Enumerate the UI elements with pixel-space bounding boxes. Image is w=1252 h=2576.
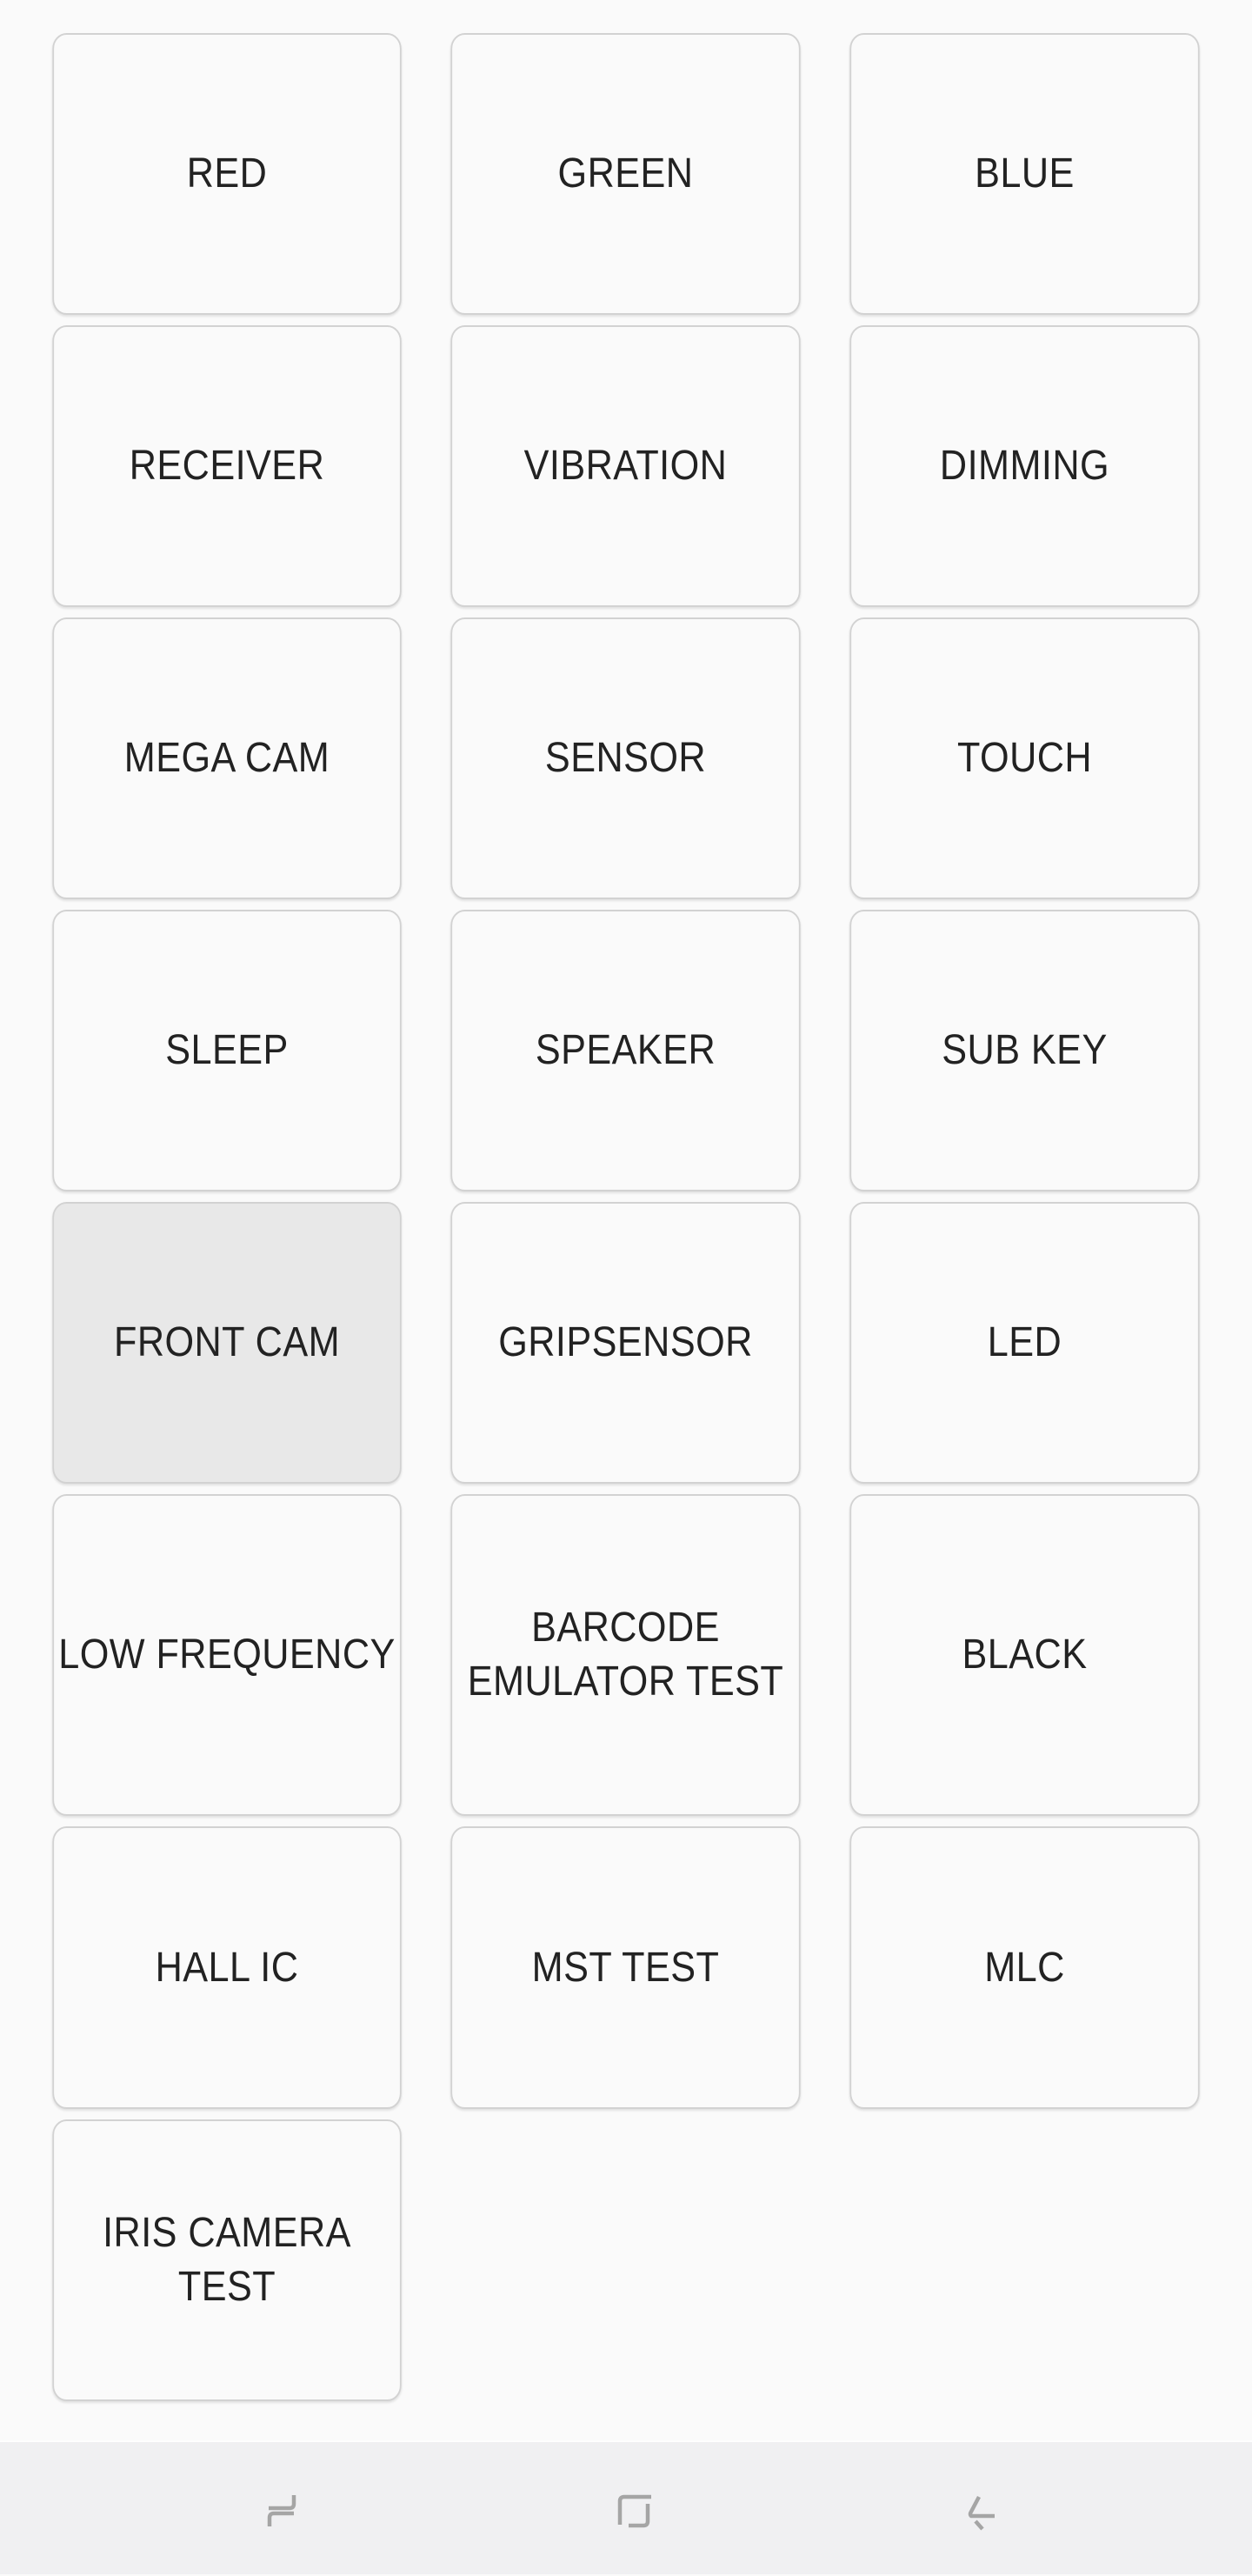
test-label: VIBRATION bbox=[523, 443, 728, 489]
test-label: GRIPSENSOR bbox=[498, 1319, 753, 1365]
home-button[interactable] bbox=[543, 2442, 716, 2576]
test-button-mst-test[interactable]: MST TEST bbox=[450, 1826, 801, 2109]
test-button-black[interactable]: BLACK bbox=[849, 1494, 1200, 1816]
test-button-sensor[interactable]: SENSOR bbox=[450, 617, 801, 899]
test-label: GREEN bbox=[557, 150, 694, 197]
test-button-hall-ic[interactable]: HALL IC bbox=[52, 1826, 402, 2109]
navigation-bar bbox=[0, 2440, 1252, 2574]
back-button[interactable] bbox=[894, 2442, 1068, 2576]
test-label: LED bbox=[987, 1319, 1062, 1365]
test-button-low-frequency[interactable]: LOW FREQUENCY bbox=[52, 1494, 402, 1816]
test-button-iris-camera[interactable]: IRIS CAMERA TEST bbox=[52, 2119, 402, 2401]
test-button-green[interactable]: GREEN bbox=[450, 33, 801, 315]
test-grid: RED GREEN BLUE RECEIVER VIBRATION DIMMIN… bbox=[33, 33, 1219, 2401]
test-button-sleep[interactable]: SLEEP bbox=[52, 910, 402, 1191]
recent-apps-button[interactable] bbox=[193, 2442, 367, 2576]
test-button-barcode-emulator[interactable]: BARCODE EMULATOR TEST bbox=[450, 1494, 801, 1816]
test-button-receiver[interactable]: RECEIVER bbox=[52, 325, 402, 607]
test-button-vibration[interactable]: VIBRATION bbox=[450, 325, 801, 607]
test-label: MST TEST bbox=[531, 1944, 720, 1991]
recent-apps-icon bbox=[267, 2495, 296, 2526]
test-button-front-cam[interactable]: FRONT CAM bbox=[52, 1202, 402, 1484]
test-button-touch[interactable]: TOUCH bbox=[849, 617, 1200, 899]
back-icon bbox=[968, 2495, 995, 2531]
test-label: SENSOR bbox=[544, 735, 707, 781]
test-label: DIMMING bbox=[939, 443, 1110, 489]
test-button-gripsensor[interactable]: GRIPSENSOR bbox=[450, 1202, 801, 1484]
test-button-mega-cam[interactable]: MEGA CAM bbox=[52, 617, 402, 899]
test-label: RED bbox=[186, 150, 268, 197]
test-button-red[interactable]: RED bbox=[52, 33, 402, 315]
test-label: BLACK bbox=[962, 1632, 1088, 1678]
test-button-sub-key[interactable]: SUB KEY bbox=[849, 910, 1200, 1191]
test-button-mlc[interactable]: MLC bbox=[849, 1826, 1200, 2109]
test-label: IRIS CAMERA TEST bbox=[103, 2210, 351, 2310]
home-icon bbox=[617, 2494, 651, 2528]
test-label: BLUE bbox=[975, 150, 1075, 197]
test-label: SLEEP bbox=[165, 1027, 289, 1073]
test-label: MEGA CAM bbox=[123, 735, 330, 781]
test-button-dimming[interactable]: DIMMING bbox=[849, 325, 1200, 607]
test-label: HALL IC bbox=[155, 1944, 299, 1991]
test-label: MLC bbox=[984, 1944, 1065, 1991]
test-label: SUB KEY bbox=[942, 1027, 1108, 1073]
test-label: BARCODE EMULATOR TEST bbox=[467, 1605, 784, 1705]
test-label: SPEAKER bbox=[535, 1027, 716, 1073]
test-label: RECEIVER bbox=[129, 443, 325, 489]
test-button-led[interactable]: LED bbox=[849, 1202, 1200, 1484]
test-label: LOW FREQUENCY bbox=[58, 1632, 396, 1678]
test-label: TOUCH bbox=[956, 735, 1093, 781]
test-label: FRONT CAM bbox=[113, 1319, 341, 1365]
test-button-blue[interactable]: BLUE bbox=[849, 33, 1200, 315]
test-button-speaker[interactable]: SPEAKER bbox=[450, 910, 801, 1191]
